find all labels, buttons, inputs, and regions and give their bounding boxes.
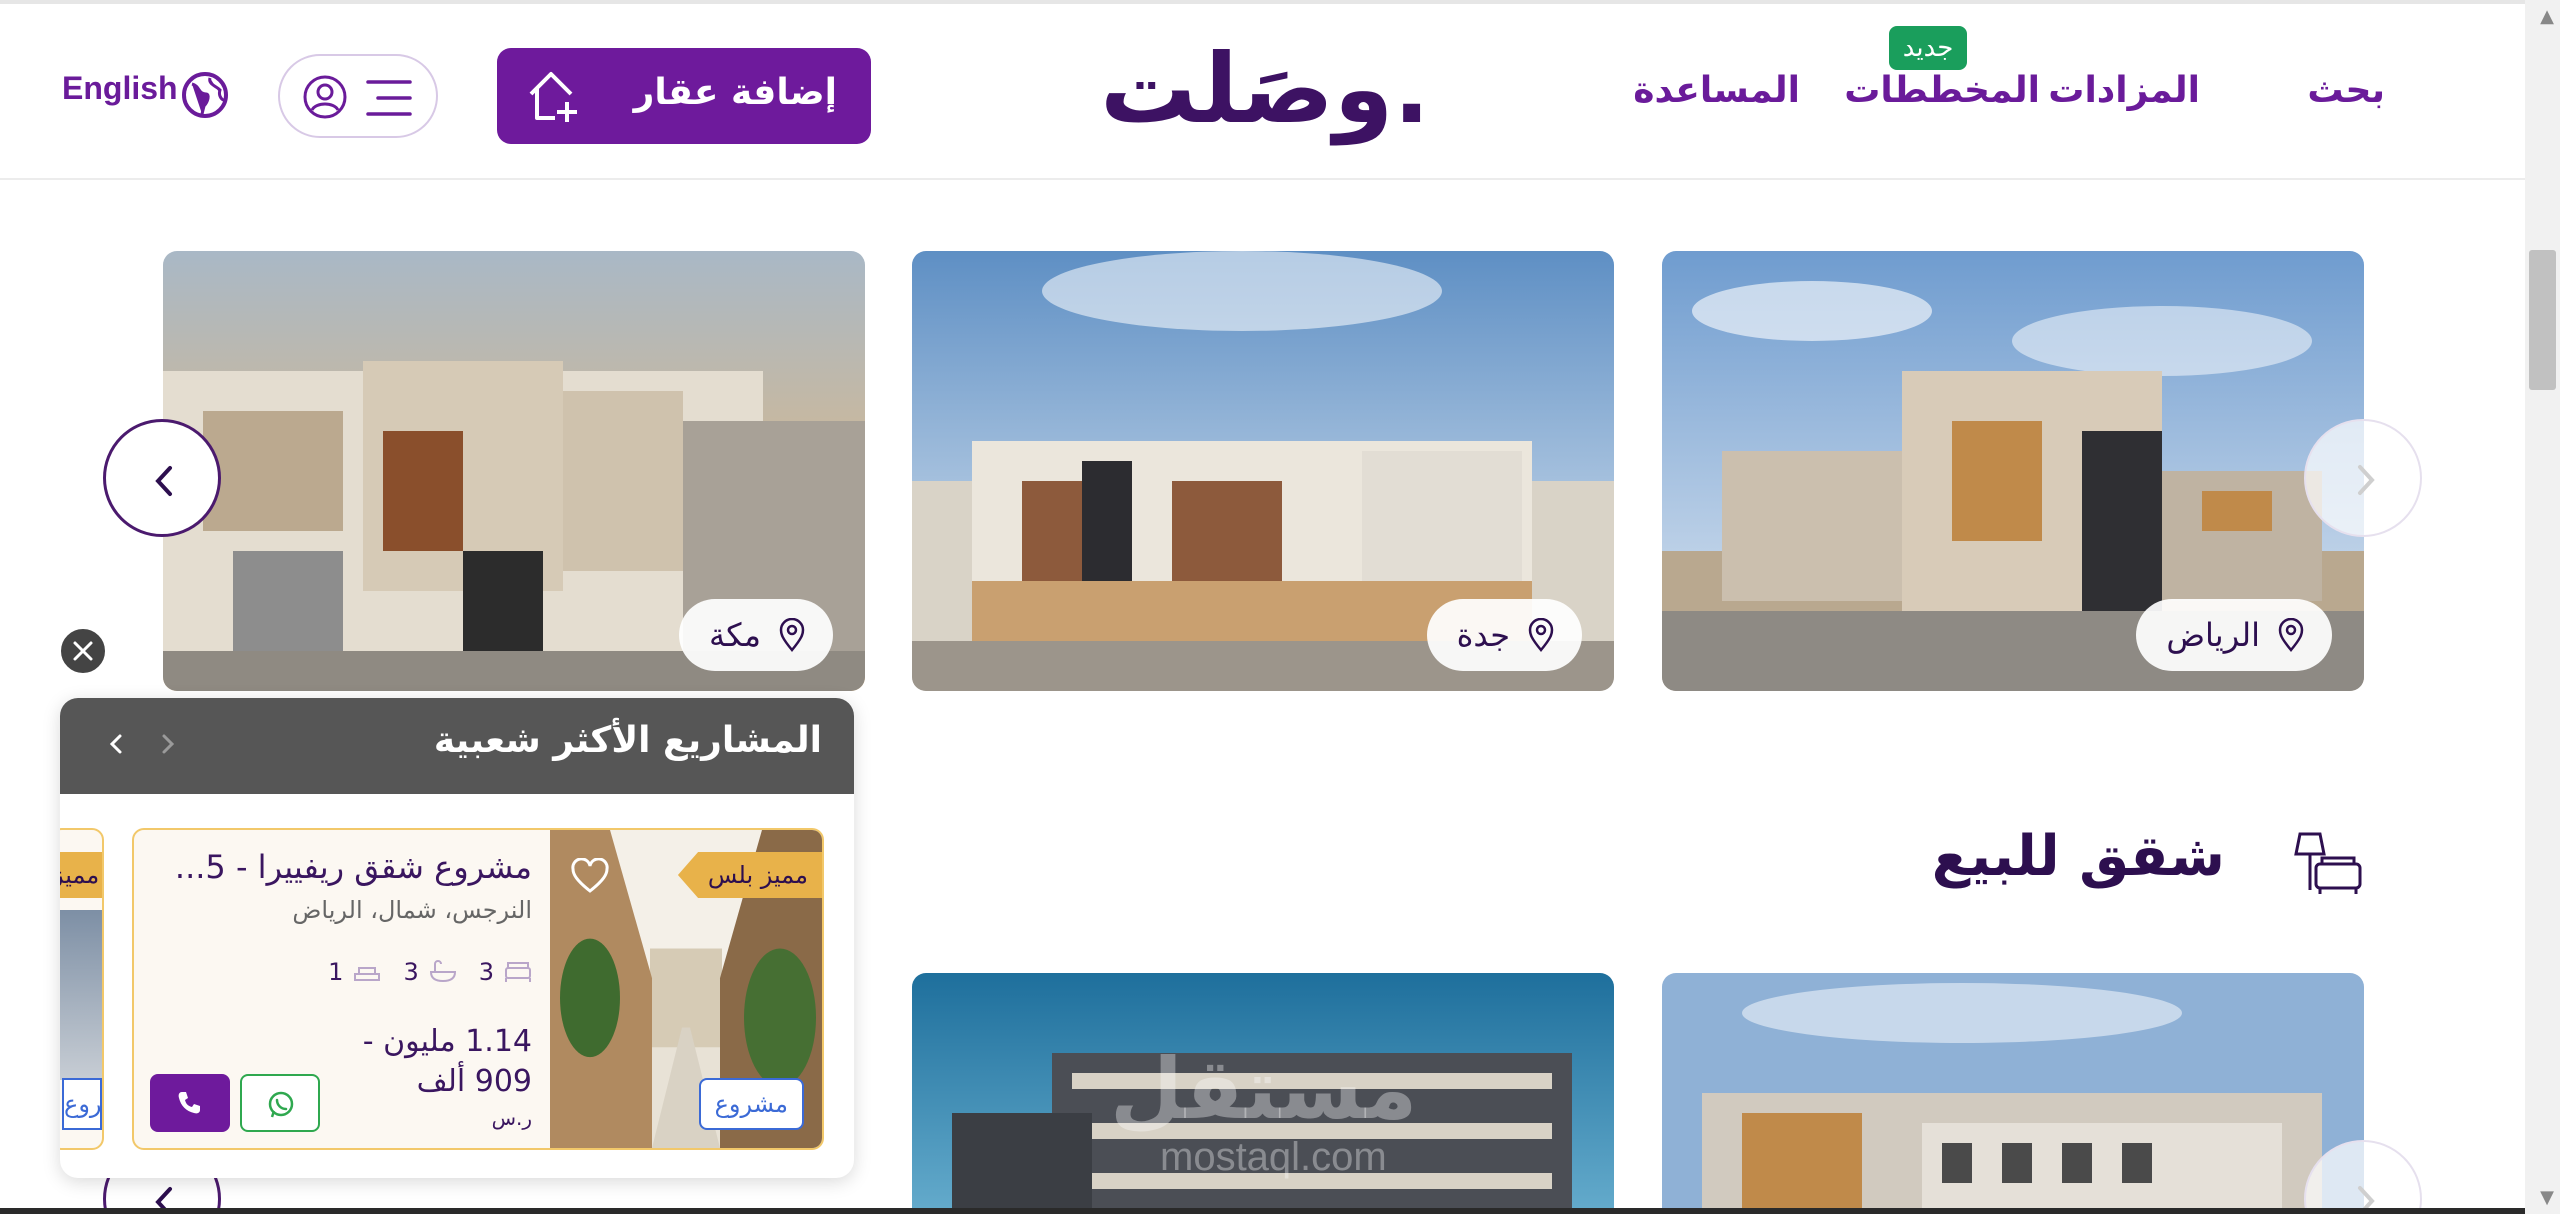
apartment-card[interactable]	[1662, 973, 2364, 1214]
chevron-left-icon	[155, 466, 172, 496]
spec-living: 1	[328, 958, 381, 986]
chevron-right-icon	[2358, 465, 2375, 495]
add-property-label: إضافة عقار	[633, 72, 837, 113]
premium-plus-badge: مميز بلس	[677, 852, 822, 898]
scrollbar-thumb[interactable]	[2529, 250, 2556, 390]
pin-icon	[2278, 618, 2304, 652]
add-property-button[interactable]: إضافة عقار	[497, 48, 871, 144]
spec-beds-count: 3	[478, 958, 494, 986]
nav-help[interactable]: المساعدة	[1633, 70, 1800, 111]
city-name: الرياض	[2166, 616, 2260, 654]
nav-plans[interactable]: المخططات	[1844, 70, 2040, 111]
bottom-edge	[0, 1208, 2525, 1214]
bed-icon	[505, 962, 531, 982]
close-icon	[73, 641, 93, 661]
premium-badge: مميز	[60, 852, 102, 898]
home-plus-icon	[529, 72, 577, 122]
account-menu-button[interactable]	[278, 54, 438, 138]
call-button[interactable]	[150, 1074, 230, 1132]
watermark-url: mostaql.com	[1160, 1135, 1387, 1179]
listing-price-min: 909 ألف	[416, 1064, 532, 1099]
chevron-left-icon[interactable]	[100, 728, 132, 760]
scroll-down-arrow[interactable]: ▼	[2540, 1187, 2554, 1208]
pin-icon	[1528, 618, 1554, 652]
language-switch[interactable]: English	[62, 70, 178, 107]
project-tag: مشروع	[698, 1078, 804, 1130]
whatsapp-button[interactable]	[240, 1074, 320, 1132]
carousel-prev-button[interactable]	[103, 419, 221, 537]
nav-auctions[interactable]: المزادات	[2048, 70, 2200, 111]
heart-icon[interactable]	[570, 858, 610, 894]
city-name: جدة	[1456, 616, 1510, 654]
listing-price-range: 1.14 مليون -	[362, 1024, 532, 1059]
popular-projects-popup: المشاريع الأكثر شعبية مميز مشروع مميز بل…	[60, 698, 854, 1178]
spec-beds: 3	[479, 958, 532, 986]
listing-photo	[60, 910, 102, 1080]
globe-icon[interactable]	[180, 70, 230, 120]
chevron-right-icon[interactable]	[152, 728, 184, 760]
sofa-icon	[2294, 832, 2362, 894]
listing-card[interactable]: مميز بلس مشروع مشروع شقق ريفييرا - 5... …	[132, 828, 824, 1150]
spec-living-count: 1	[328, 958, 344, 986]
scroll-up-arrow[interactable]: ▲	[2540, 6, 2554, 27]
apartment-photo	[1662, 973, 2364, 1214]
logo-text: وصَلت.	[1100, 33, 1430, 146]
listing-currency: ر.س	[491, 1106, 532, 1130]
city-label: جدة	[1426, 599, 1582, 671]
pin-icon	[779, 618, 805, 652]
site-logo[interactable]: وصَلت.	[1100, 22, 1430, 162]
city-label: الرياض	[2136, 599, 2332, 671]
project-tag: مشروع	[62, 1078, 102, 1130]
spec-baths: 3	[403, 958, 456, 986]
city-card-jeddah[interactable]: جدة	[912, 251, 1614, 691]
listing-location: النرجس، شمال، الرياض	[292, 896, 532, 924]
watermark: مستقل	[1110, 1040, 1418, 1138]
site-header: بحث المزادات المخططات المساعدة جديد وصَل…	[0, 0, 2525, 180]
whatsapp-icon	[268, 1091, 294, 1118]
city-label: مكة	[679, 599, 833, 671]
phone-icon	[178, 1092, 200, 1114]
page-scrollbar[interactable]: ▲ ▼	[2525, 0, 2560, 1214]
city-card-makkah[interactable]: مكة	[163, 251, 865, 691]
bath-icon	[429, 960, 456, 983]
new-badge: جديد	[1889, 26, 1967, 70]
listing-card-peek[interactable]: مميز مشروع	[60, 828, 104, 1150]
sofa-small-icon	[354, 967, 381, 981]
popup-close-button[interactable]	[58, 626, 108, 676]
listing-specs: 3 3 1	[328, 958, 532, 986]
listing-title[interactable]: مشروع شقق ريفييرا - 5...	[152, 848, 532, 886]
section-title: شقق للبيع	[1931, 824, 2225, 889]
popup-header: المشاريع الأكثر شعبية	[60, 698, 854, 794]
user-icon	[303, 75, 347, 119]
spec-baths-count: 3	[403, 958, 419, 986]
city-card-riyadh[interactable]: الرياض	[1662, 251, 2364, 691]
popup-title: المشاريع الأكثر شعبية	[433, 720, 822, 761]
nav-search[interactable]: بحث	[2307, 70, 2385, 111]
menu-icon	[366, 80, 412, 116]
city-name: مكة	[709, 616, 761, 654]
carousel-next-button[interactable]	[2304, 419, 2422, 537]
